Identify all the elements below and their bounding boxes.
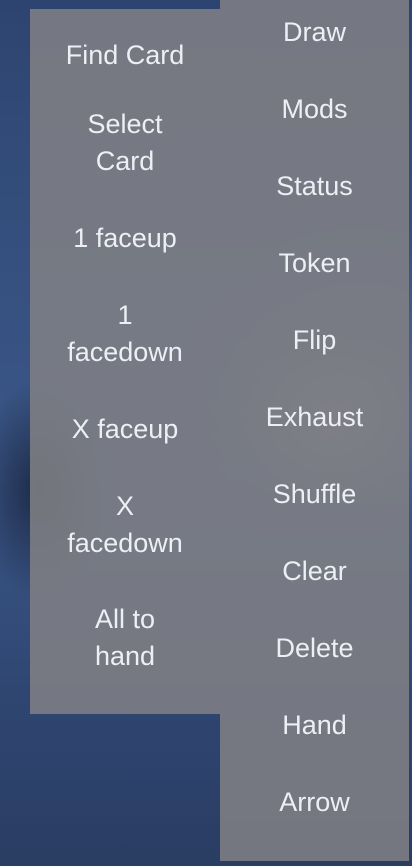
mods-button[interactable]: Mods [220, 81, 409, 137]
x-faceup-button[interactable]: X faceup [30, 401, 220, 457]
draw-button[interactable]: Draw [220, 4, 409, 60]
hand-label: Hand [282, 709, 347, 740]
shuffle-label: Shuffle [272, 478, 357, 509]
shuffle-button[interactable]: Shuffle [220, 466, 409, 522]
one-facedown-label-line1: 1 [117, 300, 133, 330]
find-card-button[interactable]: Find Card [30, 27, 220, 83]
clear-label: Clear [282, 555, 347, 586]
token-label: Token [278, 247, 351, 278]
select-card-label-line2: Card [95, 146, 155, 176]
mods-label: Mods [281, 93, 348, 124]
arrow-label: Arrow [279, 786, 350, 817]
all-to-hand-button[interactable]: All to hand [30, 591, 220, 685]
all-to-hand-label-line1: All to [94, 604, 156, 634]
one-faceup-button[interactable]: 1 faceup [30, 210, 220, 266]
delete-label: Delete [275, 632, 354, 663]
status-label: Status [276, 170, 353, 201]
all-to-hand-label-line2: hand [94, 641, 156, 671]
hand-button[interactable]: Hand [220, 697, 409, 753]
find-card-label: Find Card [65, 39, 185, 70]
exhaust-label: Exhaust [265, 401, 364, 432]
x-facedown-button[interactable]: X facedown [30, 478, 220, 572]
right-context-menu: Draw Mods Status Token Flip Exhaust Shuf… [220, 0, 409, 861]
draw-label: Draw [282, 16, 346, 47]
arrow-button[interactable]: Arrow [220, 774, 409, 830]
exhaust-button[interactable]: Exhaust [220, 389, 409, 445]
select-card-button[interactable]: Select Card [30, 96, 220, 190]
token-button[interactable]: Token [220, 235, 409, 291]
x-facedown-label-line2: facedown [67, 528, 183, 558]
one-facedown-button[interactable]: 1 facedown [30, 287, 220, 381]
select-card-label-line1: Select [87, 109, 163, 139]
x-facedown-label-line1: X [115, 491, 134, 521]
clear-button[interactable]: Clear [220, 543, 409, 599]
flip-button[interactable]: Flip [220, 312, 409, 368]
one-faceup-label: 1 faceup [73, 222, 177, 253]
status-button[interactable]: Status [220, 158, 409, 214]
left-context-menu: Find Card Select Card 1 faceup 1 facedow… [30, 9, 220, 714]
flip-label: Flip [292, 324, 337, 355]
one-facedown-label-line2: facedown [67, 337, 183, 367]
delete-button[interactable]: Delete [220, 620, 409, 676]
x-faceup-label: X faceup [71, 413, 179, 444]
